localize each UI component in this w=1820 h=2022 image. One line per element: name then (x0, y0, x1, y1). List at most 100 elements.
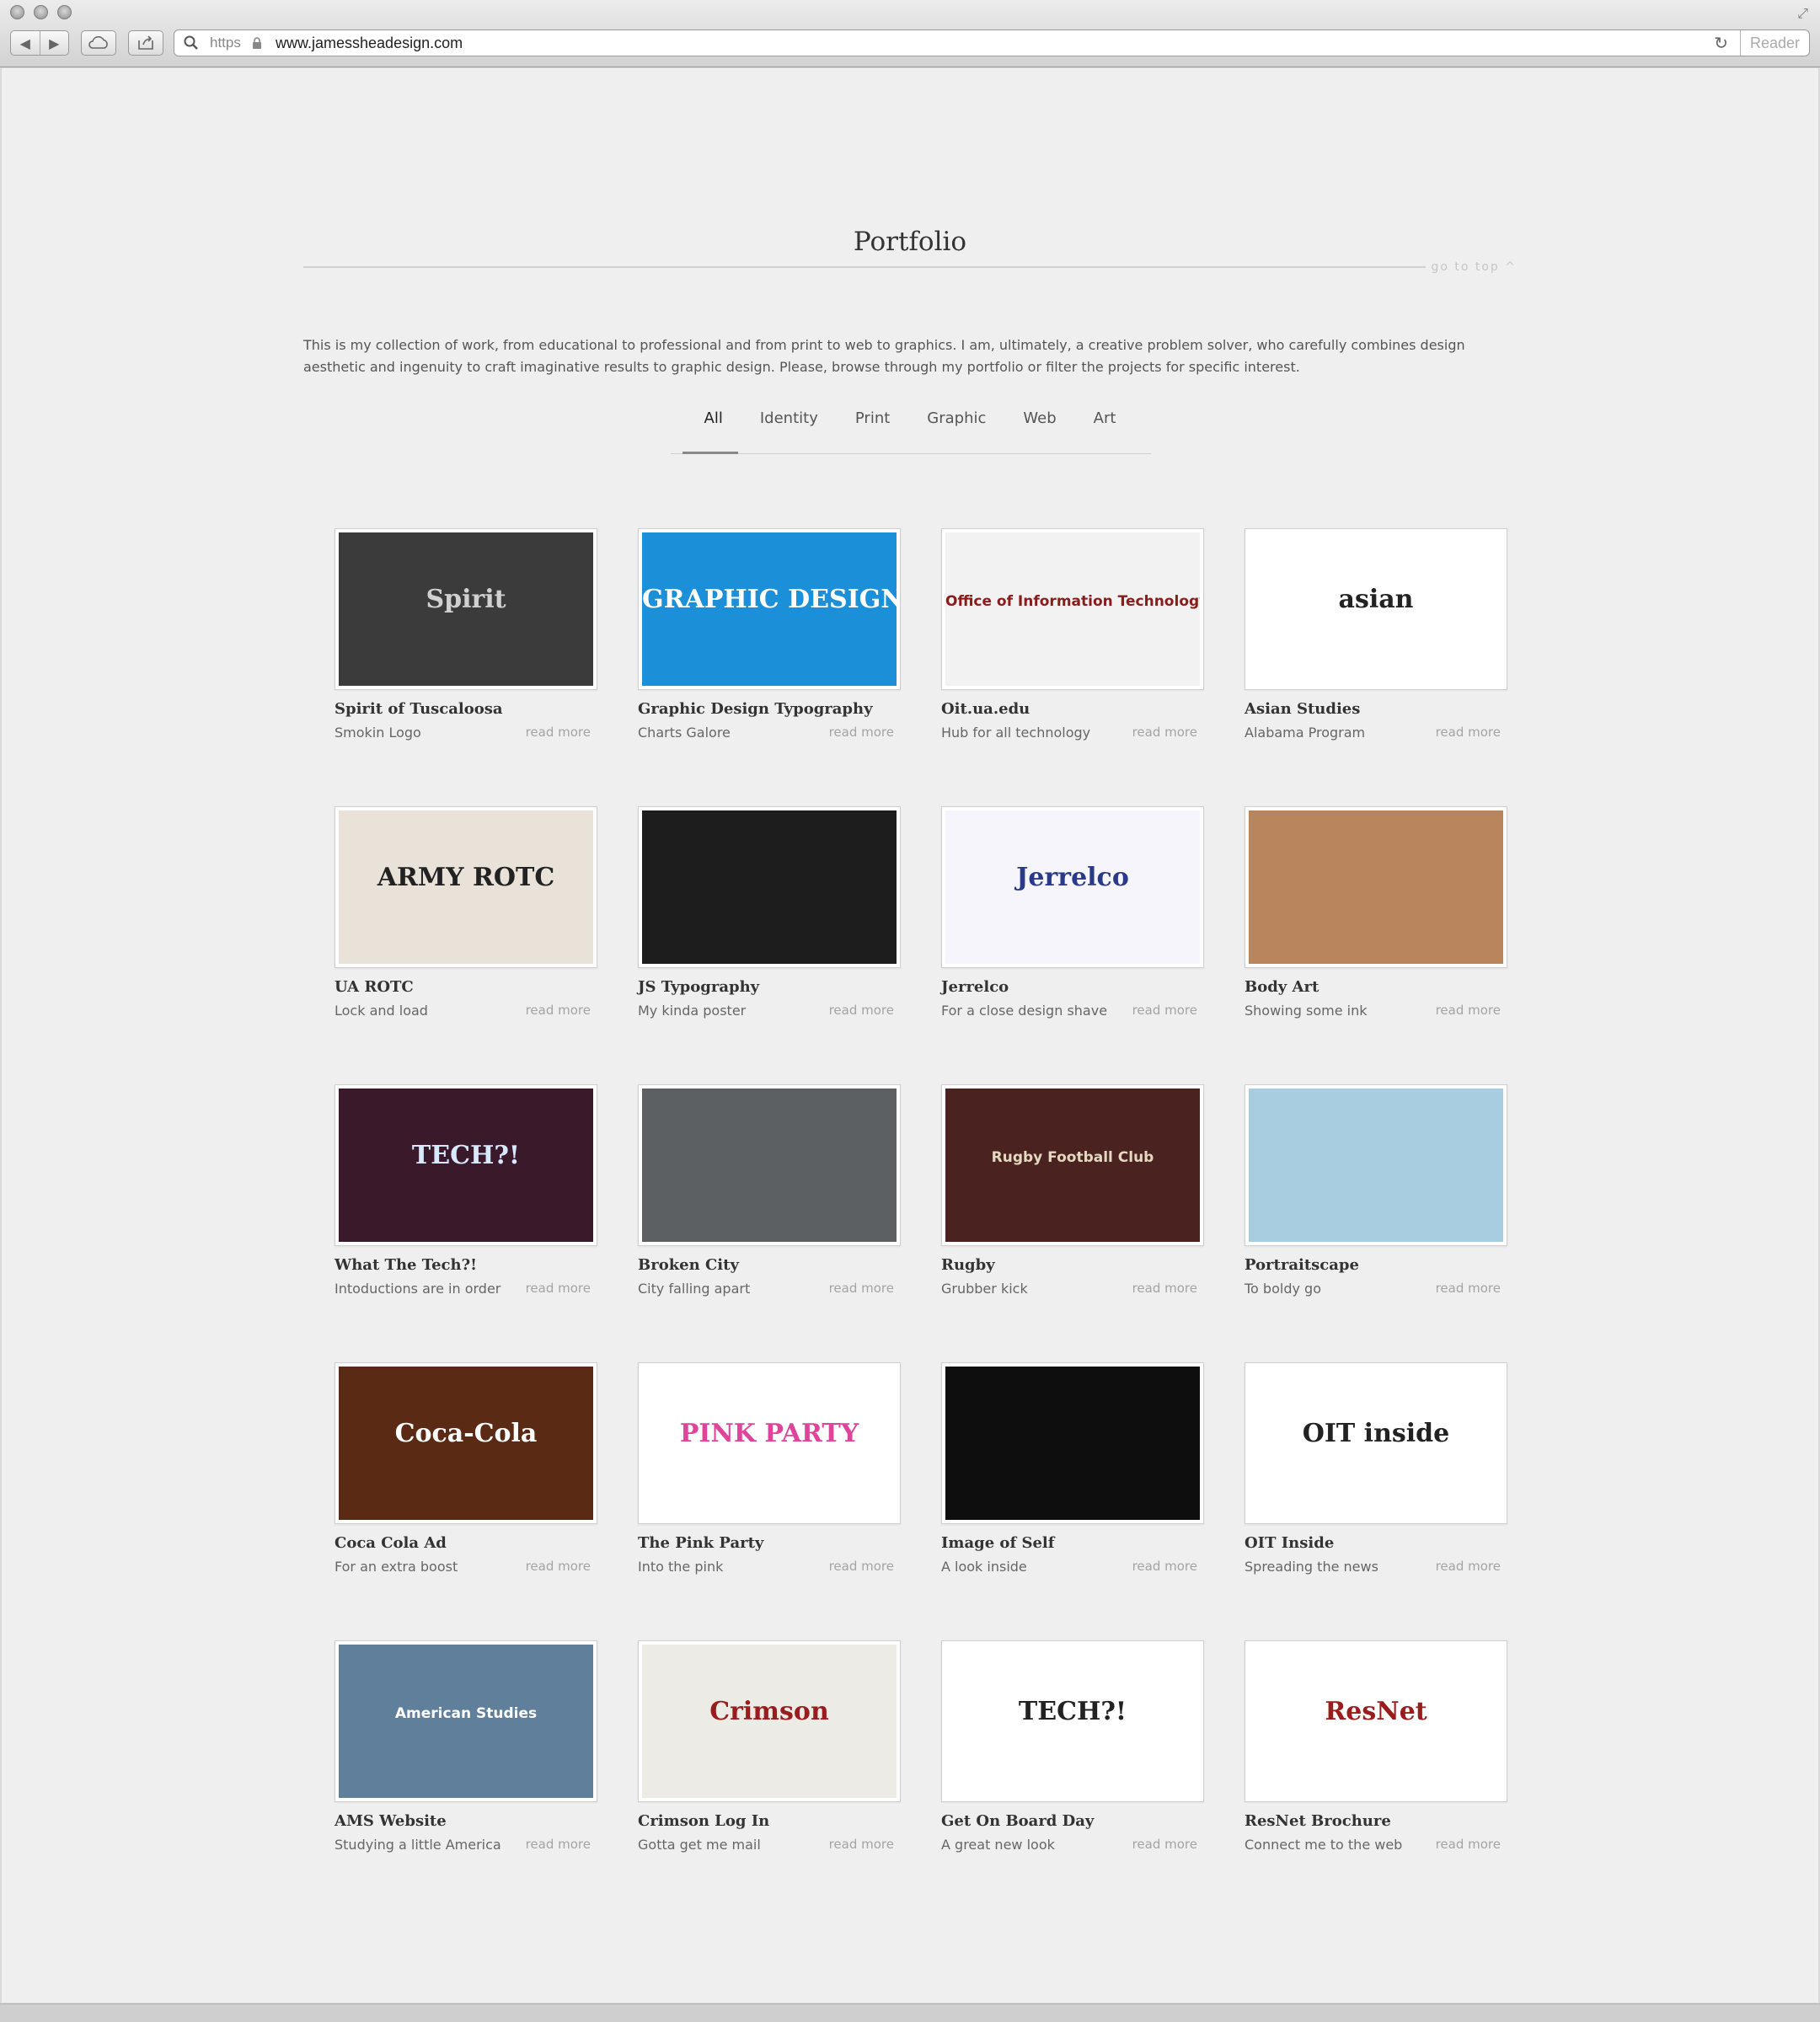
read-more-link[interactable]: read more (1132, 1281, 1197, 1297)
read-more-link[interactable]: read more (829, 1837, 894, 1853)
portfolio-card[interactable]: Spirit Spirit of Tuscaloosa Smokin Logo rea… (335, 528, 597, 741)
read-more-link[interactable]: read more (1436, 1281, 1501, 1297)
icloud-tabs-button[interactable] (81, 30, 116, 56)
card-title[interactable]: Coca Cola Ad (335, 1534, 597, 1552)
portfolio-thumbnail[interactable] (638, 1084, 901, 1246)
card-title[interactable]: JS Typography (638, 978, 901, 996)
portfolio-thumbnail[interactable]: TECH?! (941, 1640, 1204, 1802)
read-more-link[interactable]: read more (829, 1003, 894, 1019)
filter-web[interactable]: Web (1004, 402, 1074, 436)
filter-identity[interactable]: Identity (741, 402, 837, 436)
close-window-button[interactable] (10, 5, 24, 19)
card-title[interactable]: The Pink Party (638, 1534, 901, 1552)
portfolio-card[interactable]: Crimson Crimson Log In Gotta get me mail re… (638, 1640, 901, 1853)
portfolio-thumbnail[interactable] (941, 1362, 1204, 1524)
portfolio-thumbnail[interactable]: Office of Information Technology (941, 528, 1204, 690)
portfolio-thumbnail[interactable]: GRAPHIC DESIGN (638, 528, 901, 690)
portfolio-card[interactable]: OIT inside OIT Inside Spreading the news re… (1245, 1362, 1507, 1575)
url-text[interactable]: www.jamessheadesign.com (276, 35, 463, 52)
card-title[interactable]: AMS Website (335, 1812, 597, 1830)
portfolio-card[interactable]: JS Typography My kinda poster read more (638, 806, 901, 1019)
card-title[interactable]: Broken City (638, 1256, 901, 1274)
read-more-link[interactable]: read more (526, 1003, 591, 1019)
card-title[interactable]: Image of Self (941, 1534, 1204, 1552)
share-button[interactable] (128, 30, 163, 56)
filter-art[interactable]: Art (1075, 402, 1135, 436)
read-more-link[interactable]: read more (1132, 725, 1197, 741)
read-more-link[interactable]: read more (1132, 1003, 1197, 1019)
minimize-window-button[interactable] (34, 5, 48, 19)
read-more-link[interactable]: read more (1436, 725, 1501, 741)
portfolio-thumbnail[interactable]: TECH?! (335, 1084, 597, 1246)
portfolio-card[interactable]: American Studies AMS Website Studying a li… (335, 1640, 597, 1853)
portfolio-card[interactable]: Image of Self A look inside read more (941, 1362, 1204, 1575)
portfolio-card[interactable]: GRAPHIC DESIGN Graphic Design Typography C… (638, 528, 901, 741)
card-title[interactable]: Graphic Design Typography (638, 700, 901, 718)
portfolio-thumbnail[interactable]: Spirit (335, 528, 597, 690)
read-more-link[interactable]: read more (526, 725, 591, 741)
go-to-top-link[interactable]: go to top ^ (1426, 260, 1517, 274)
card-title[interactable]: Crimson Log In (638, 1812, 901, 1830)
card-title[interactable]: Rugby (941, 1256, 1204, 1274)
card-meta: Alabama Program read more (1245, 725, 1507, 741)
read-more-link[interactable]: read more (1436, 1003, 1501, 1019)
portfolio-thumbnail[interactable]: ResNet (1245, 1640, 1507, 1802)
portfolio-thumbnail[interactable] (638, 806, 901, 968)
card-title[interactable]: What The Tech?! (335, 1256, 597, 1274)
card-title[interactable]: Asian Studies (1245, 700, 1507, 718)
filter-all[interactable]: All (686, 402, 741, 436)
reader-button[interactable]: Reader (1740, 30, 1809, 56)
read-more-link[interactable]: read more (829, 1281, 894, 1297)
read-more-link[interactable]: read more (1436, 1837, 1501, 1853)
portfolio-card[interactable]: TECH?! Get On Board Day A great new look re… (941, 1640, 1204, 1853)
portfolio-card[interactable]: asian Asian Studies Alabama Program read mo… (1245, 528, 1507, 741)
card-title[interactable]: Oit.ua.edu (941, 700, 1204, 718)
read-more-link[interactable]: read more (829, 725, 894, 741)
card-title[interactable]: Jerrelco (941, 978, 1204, 996)
read-more-link[interactable]: read more (526, 1837, 591, 1853)
zoom-window-button[interactable] (57, 5, 72, 19)
card-title[interactable]: UA ROTC (335, 978, 597, 996)
portfolio-card[interactable]: ResNet ResNet Brochure Connect me to the w… (1245, 1640, 1507, 1853)
portfolio-thumbnail[interactable]: OIT inside (1245, 1362, 1507, 1524)
fullscreen-icon[interactable]: ⤢ (1797, 5, 1808, 22)
card-title[interactable]: ResNet Brochure (1245, 1812, 1507, 1830)
card-title[interactable]: Portraitscape (1245, 1256, 1507, 1274)
portfolio-card[interactable]: TECH?! What The Tech?! Intoductions are in… (335, 1084, 597, 1297)
filter-print[interactable]: Print (837, 402, 908, 436)
portfolio-card[interactable]: Office of Information Technology Oit.ua.e… (941, 528, 1204, 741)
portfolio-thumbnail[interactable] (1245, 806, 1507, 968)
portfolio-thumbnail[interactable]: Rugby Football Club (941, 1084, 1204, 1246)
portfolio-card[interactable]: Portraitscape To boldy go read more (1245, 1084, 1507, 1297)
portfolio-card[interactable]: Jerrelco Jerrelco For a close design shave… (941, 806, 1204, 1019)
portfolio-card[interactable]: Coca-Cola Coca Cola Ad For an extra boost r… (335, 1362, 597, 1575)
portfolio-thumbnail[interactable]: American Studies (335, 1640, 597, 1802)
read-more-link[interactable]: read more (1132, 1837, 1197, 1853)
card-title[interactable]: Get On Board Day (941, 1812, 1204, 1830)
reload-icon[interactable]: ↻ (1714, 33, 1728, 53)
portfolio-card[interactable]: ARMY ROTC UA ROTC Lock and load read more (335, 806, 597, 1019)
read-more-link[interactable]: read more (1436, 1559, 1501, 1575)
portfolio-thumbnail[interactable]: asian (1245, 528, 1507, 690)
address-bar[interactable]: https www.jamessheadesign.com ↻ Reader (174, 29, 1810, 56)
read-more-link[interactable]: read more (526, 1281, 591, 1297)
card-title[interactable]: Body Art (1245, 978, 1507, 996)
card-title[interactable]: OIT Inside (1245, 1534, 1507, 1552)
portfolio-card[interactable]: Broken City City falling apart read more (638, 1084, 901, 1297)
filter-graphic[interactable]: Graphic (908, 402, 1004, 436)
card-title[interactable]: Spirit of Tuscaloosa (335, 700, 597, 718)
forward-button-icon[interactable]: ▶ (40, 35, 69, 51)
read-more-link[interactable]: read more (829, 1559, 894, 1575)
read-more-link[interactable]: read more (526, 1559, 591, 1575)
back-button-icon[interactable]: ◀ (11, 35, 40, 51)
portfolio-card[interactable]: PINK PARTY The Pink Party Into the pink rea… (638, 1362, 901, 1575)
portfolio-thumbnail[interactable]: ARMY ROTC (335, 806, 597, 968)
read-more-link[interactable]: read more (1132, 1559, 1197, 1575)
portfolio-card[interactable]: Body Art Showing some ink read more (1245, 806, 1507, 1019)
portfolio-thumbnail[interactable]: Jerrelco (941, 806, 1204, 968)
portfolio-thumbnail[interactable]: Coca-Cola (335, 1362, 597, 1524)
portfolio-thumbnail[interactable]: Crimson (638, 1640, 901, 1802)
portfolio-card[interactable]: Rugby Football Club Rugby Grubber kick read… (941, 1084, 1204, 1297)
portfolio-thumbnail[interactable] (1245, 1084, 1507, 1246)
portfolio-thumbnail[interactable]: PINK PARTY (638, 1362, 901, 1524)
